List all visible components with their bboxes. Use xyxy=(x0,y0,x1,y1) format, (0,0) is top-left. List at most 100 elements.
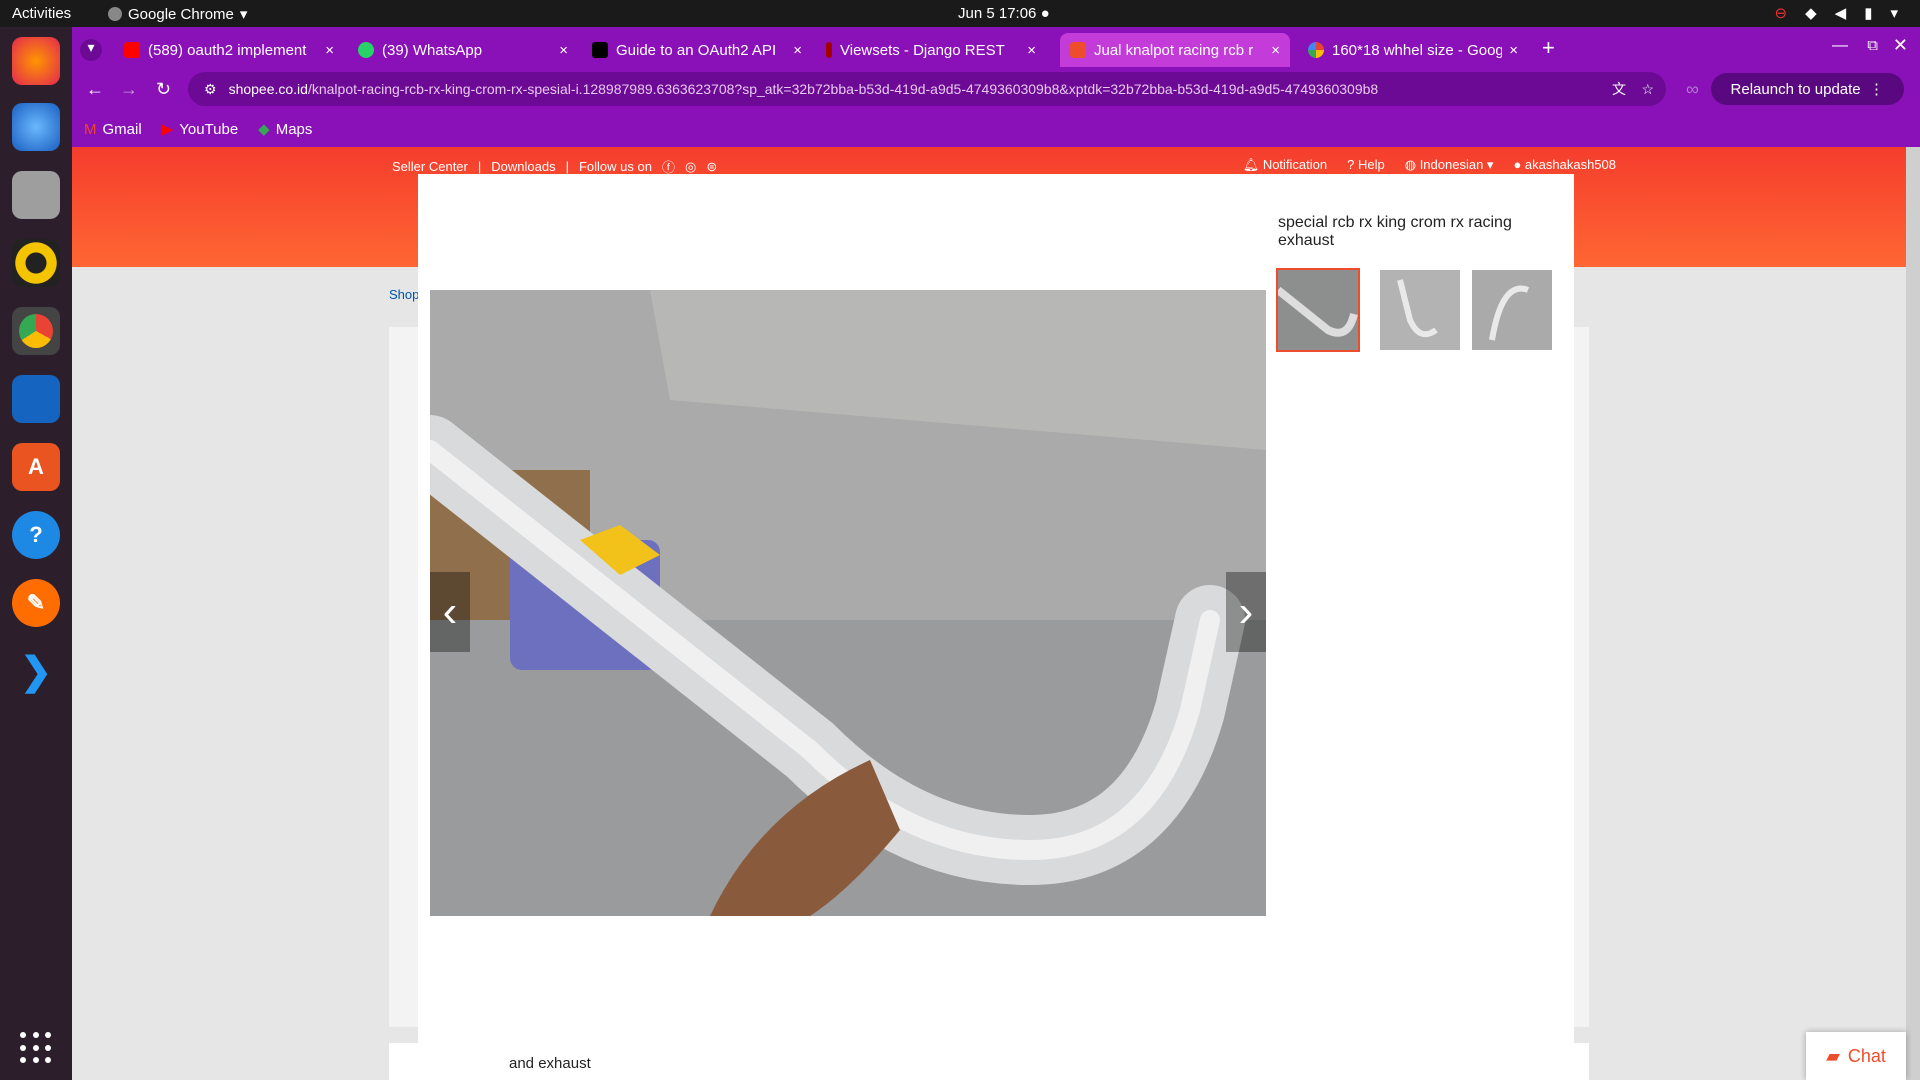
minimize-button[interactable]: — xyxy=(1832,37,1848,55)
dnd-icon: ⊖ xyxy=(1774,5,1788,22)
seller-center-link[interactable]: Seller Center xyxy=(392,159,468,174)
user-menu[interactable]: ● akashakash508 xyxy=(1513,157,1616,173)
chevron-left-icon: ‹ xyxy=(442,587,458,636)
extension-icon[interactable]: ∞ xyxy=(1686,79,1699,100)
tab[interactable]: 160*18 whhel size - Goog × xyxy=(1298,33,1528,67)
shopee-icon xyxy=(1070,42,1086,58)
new-tab-button[interactable]: + xyxy=(1542,35,1555,61)
clock[interactable]: Jun 5 17:06 ● xyxy=(958,5,1050,22)
close-icon[interactable]: × xyxy=(1509,42,1518,59)
writer-icon[interactable] xyxy=(12,375,60,423)
close-icon[interactable]: × xyxy=(559,42,568,59)
show-apps-icon[interactable] xyxy=(20,1032,52,1064)
back-button[interactable]: ← xyxy=(86,79,104,100)
chrome-icon xyxy=(108,7,122,21)
language-label: Indonesian xyxy=(1419,157,1484,172)
username: akashakash508 xyxy=(1524,157,1616,172)
follow-label: Follow us on xyxy=(578,159,652,174)
thumbnail-1[interactable] xyxy=(1276,268,1360,352)
wifi-icon: ◆ xyxy=(1805,5,1817,22)
chevron-right-icon: › xyxy=(1238,587,1254,636)
relaunch-label: Relaunch to update xyxy=(1730,80,1861,98)
close-icon[interactable]: × xyxy=(325,42,334,59)
maps-icon: ◆ xyxy=(258,121,270,138)
bookmark-star-icon[interactable]: ☆ xyxy=(1641,81,1654,98)
forward-button[interactable]: → xyxy=(120,79,138,100)
next-image-button[interactable]: › xyxy=(1226,572,1266,652)
relaunch-button[interactable]: Relaunch to update ⋮ xyxy=(1710,73,1904,105)
url-path: /knalpot-racing-rcb-rx-king-crom-rx-spes… xyxy=(307,81,1379,97)
exhaust-photo xyxy=(430,290,1266,916)
site-info-icon[interactable]: ⚙ xyxy=(204,81,217,98)
thumbnail-image xyxy=(1278,270,1358,350)
app-center-icon[interactable]: A xyxy=(12,443,60,491)
close-icon[interactable]: × xyxy=(1271,42,1280,59)
close-icon[interactable]: × xyxy=(1027,42,1036,59)
help-icon[interactable]: ? xyxy=(12,511,60,559)
previous-image-button[interactable]: ‹ xyxy=(430,572,470,652)
tab-title: 160*18 whhel size - Goog xyxy=(1332,41,1502,59)
language-select[interactable]: ◍ Indonesian ▾ xyxy=(1405,157,1494,173)
tab[interactable]: Viewsets - Django REST × xyxy=(816,33,1046,67)
gmail-icon: M xyxy=(84,120,97,138)
thumbnail-3[interactable] xyxy=(1472,270,1552,350)
youtube-icon: ▶ xyxy=(161,121,174,138)
files-icon[interactable] xyxy=(12,171,60,219)
bookmark-maps[interactable]: ◆ Maps xyxy=(258,120,312,139)
thumbnail-image xyxy=(1472,270,1552,350)
help-link[interactable]: ? Help xyxy=(1347,157,1385,173)
close-window-button[interactable]: ✕ xyxy=(1893,35,1908,56)
close-icon[interactable]: × xyxy=(793,42,802,59)
tab-active[interactable]: Jual knalpot racing rcb r × xyxy=(1060,33,1290,67)
tab-title: (589) oauth2 implement xyxy=(148,41,307,59)
tab[interactable]: Guide to an OAuth2 API × xyxy=(582,33,812,67)
bookmark-label: YouTube xyxy=(179,120,239,138)
rhythmbox-icon[interactable] xyxy=(12,239,60,287)
tab[interactable]: (39) WhatsApp × xyxy=(348,33,578,67)
django-icon xyxy=(826,42,832,58)
address-bar[interactable]: ⚙ shopee.co.id/knalpot-racing-rcb-rx-kin… xyxy=(188,72,1666,106)
chat-label: Chat xyxy=(1847,1045,1886,1066)
breadcrumb[interactable]: Shop xyxy=(389,287,419,302)
modal-product-title: special rcb rx king crom rx racing exhau… xyxy=(1278,214,1512,249)
notification-link[interactable]: 🔔︎ Notification xyxy=(1243,157,1327,173)
battery-icon: ▮ xyxy=(1864,5,1873,22)
help-label: Help xyxy=(1357,157,1385,172)
medium-icon xyxy=(592,42,608,58)
image-gallery-modal: ‹ › special rcb rx king crom rx racing e… xyxy=(418,174,1574,1054)
firefox-icon[interactable] xyxy=(12,37,60,85)
drawing-icon[interactable]: ✎ xyxy=(12,579,60,627)
tab-title: Viewsets - Django REST xyxy=(840,41,1005,59)
downloads-link[interactable]: Downloads xyxy=(491,159,555,174)
maximize-button[interactable]: ⧉ xyxy=(1867,37,1878,54)
whatsapp-icon xyxy=(358,42,374,58)
shop-text: and exhaust xyxy=(509,1055,591,1072)
bookmark-gmail[interactable]: M Gmail xyxy=(84,121,142,138)
bookmark-youtube[interactable]: ▶ YouTube xyxy=(161,120,239,139)
dock: A ? ✎ ❯ xyxy=(0,27,72,1080)
line-icon[interactable]: ⊜ xyxy=(706,159,717,175)
notification-label: Notification xyxy=(1262,157,1328,172)
bookmarks-bar: M Gmail ▶ YouTube ◆ Maps xyxy=(72,111,312,147)
thumbnail-2[interactable] xyxy=(1380,270,1460,350)
reload-button[interactable]: ↻ xyxy=(156,79,171,100)
os-top-bar: Activities Google Chrome ▾ Jun 5 17:06 ●… xyxy=(0,0,1920,27)
chat-button[interactable]: ▰ Chat xyxy=(1806,1032,1906,1080)
youtube-icon xyxy=(124,42,140,58)
tab[interactable]: (589) oauth2 implement × xyxy=(114,33,344,67)
product-main-image: ‹ › xyxy=(430,290,1266,916)
app-menu[interactable]: Google Chrome ▾ xyxy=(108,5,247,23)
toolbar: ← → ↻ ⚙ shopee.co.id/knalpot-racing-rcb-… xyxy=(72,67,1920,111)
app-name: Google Chrome xyxy=(128,5,234,23)
chrome-icon[interactable] xyxy=(12,307,60,355)
system-tray[interactable]: ⊖ ◆ ◀ ▮ ▾ xyxy=(1775,4,1898,22)
tab-search-button[interactable]: ▾ xyxy=(80,39,102,61)
google-icon xyxy=(1308,42,1324,58)
thunderbird-icon[interactable] xyxy=(12,103,60,151)
bookmark-label: Gmail xyxy=(102,120,142,138)
instagram-icon[interactable]: ◎ xyxy=(685,159,696,175)
vscode-icon[interactable]: ❯ xyxy=(12,647,60,695)
activities-button[interactable]: Activities xyxy=(12,5,71,22)
chat-icon: ▰ xyxy=(1826,1045,1840,1066)
translate-icon[interactable]: 文 xyxy=(1612,79,1626,99)
